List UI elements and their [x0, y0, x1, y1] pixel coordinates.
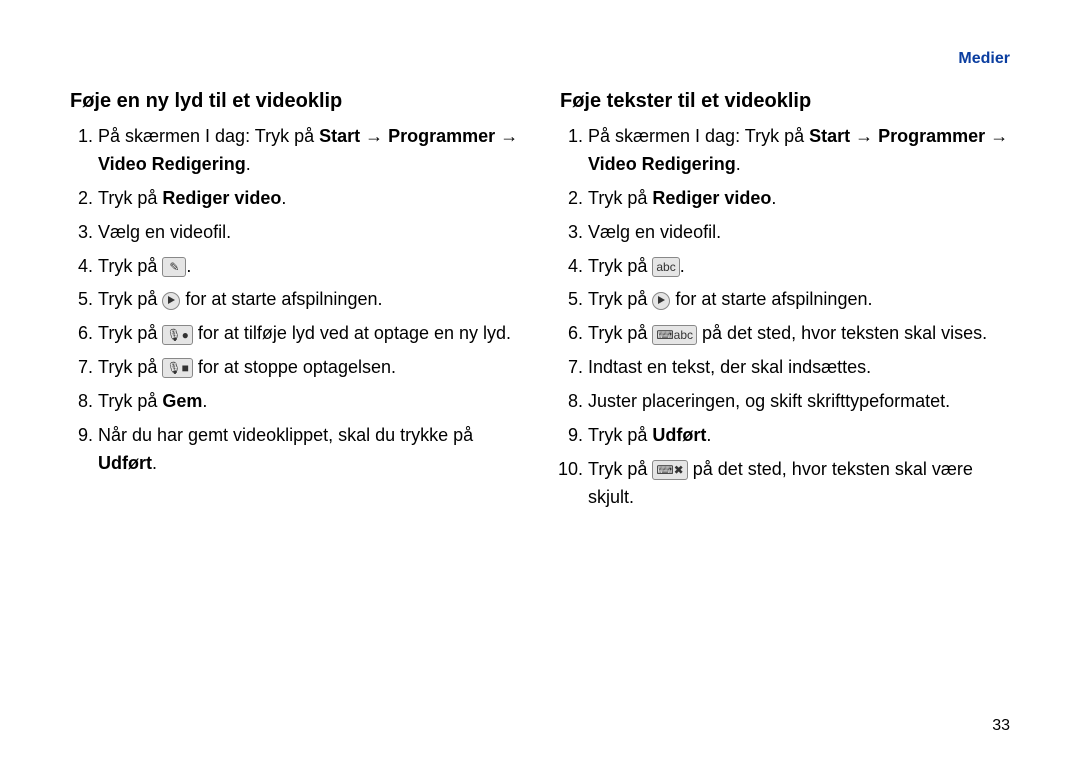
- text: Tryk på: [588, 425, 652, 445]
- right-column: Føje tekster til et videoklip På skærmen…: [560, 90, 1010, 518]
- bold-start: Start: [809, 126, 850, 146]
- text: .: [771, 188, 776, 208]
- right-heading: Føje tekster til et videoklip: [560, 90, 1010, 113]
- text: for at starte afspilningen.: [180, 289, 382, 309]
- right-steps: På skærmen I dag: Tryk på Start → Progra…: [560, 123, 1010, 512]
- left-step-1: På skærmen I dag: Tryk på Start → Progra…: [98, 123, 520, 179]
- keyboard-abc-icon: ⌨abc: [652, 325, 697, 345]
- text: Tryk på: [588, 459, 652, 479]
- text: Tryk på: [588, 323, 652, 343]
- bold-udfort: Udført: [98, 453, 152, 473]
- text: .: [281, 188, 286, 208]
- right-step-4: Tryk på abc.: [588, 253, 1010, 281]
- bold-video-redigering: Video Redigering: [588, 154, 736, 174]
- bold-rediger-video: Rediger video: [652, 188, 771, 208]
- text: Tryk på: [98, 357, 162, 377]
- arrow-icon: →: [500, 126, 518, 146]
- bold-programmer: Programmer: [878, 126, 985, 146]
- text: Tryk på: [98, 289, 162, 309]
- text: .: [736, 154, 741, 174]
- bold-start: Start: [319, 126, 360, 146]
- left-heading: Føje en ny lyd til et videoklip: [70, 90, 520, 113]
- keyboard-hide-icon: ⌨✖: [652, 460, 687, 480]
- left-step-3: Vælg en videofil.: [98, 219, 520, 247]
- text: Tryk på: [98, 256, 162, 276]
- mic-record-icon: 🎙●: [162, 325, 192, 345]
- arrow-icon: →: [365, 126, 383, 146]
- abc-icon: abc: [652, 257, 679, 277]
- left-step-8: Tryk på Gem.: [98, 388, 520, 416]
- text: på det sted, hvor teksten skal vises.: [697, 323, 987, 343]
- bold-udfort: Udført: [652, 425, 706, 445]
- left-step-4: Tryk på ✎.: [98, 253, 520, 281]
- left-column: Føje en ny lyd til et videoklip På skærm…: [70, 90, 520, 518]
- play-icon: [162, 292, 180, 310]
- text: .: [246, 154, 251, 174]
- bold-video-redigering: Video Redigering: [98, 154, 246, 174]
- text: for at tilføje lyd ved at optage en ny l…: [193, 323, 511, 343]
- page-number: 33: [992, 717, 1010, 735]
- right-step-3: Vælg en videofil.: [588, 219, 1010, 247]
- left-step-2: Tryk på Rediger video.: [98, 185, 520, 213]
- left-step-6: Tryk på 🎙● for at tilføje lyd ved at opt…: [98, 320, 520, 348]
- text: .: [680, 256, 685, 276]
- left-step-7: Tryk på 🎙■ for at stoppe optagelsen.: [98, 354, 520, 382]
- text: .: [152, 453, 157, 473]
- right-step-9: Tryk på Udført.: [588, 422, 1010, 450]
- arrow-icon: →: [990, 126, 1008, 146]
- text: Tryk på: [588, 289, 652, 309]
- right-step-10: Tryk på ⌨✖ på det sted, hvor teksten ska…: [588, 456, 1010, 512]
- manual-page: Medier Føje en ny lyd til et videoklip P…: [0, 0, 1080, 765]
- text: Tryk på: [588, 256, 652, 276]
- text: Tryk på: [98, 188, 162, 208]
- section-header: Medier: [958, 50, 1010, 68]
- right-step-1: På skærmen I dag: Tryk på Start → Progra…: [588, 123, 1010, 179]
- text: På skærmen I dag: Tryk på: [588, 126, 809, 146]
- text: Når du har gemt videoklippet, skal du tr…: [98, 425, 473, 445]
- text: Tryk på: [98, 323, 162, 343]
- mic-stop-icon: 🎙■: [162, 358, 192, 378]
- text: På skærmen I dag: Tryk på: [98, 126, 319, 146]
- bold-gem: Gem: [162, 391, 202, 411]
- left-step-5: Tryk på for at starte afspilningen.: [98, 286, 520, 314]
- text: Tryk på: [588, 188, 652, 208]
- pen-audio-icon: ✎: [162, 257, 186, 277]
- text: for at stoppe optagelsen.: [193, 357, 396, 377]
- play-icon: [652, 292, 670, 310]
- text: .: [186, 256, 191, 276]
- right-step-2: Tryk på Rediger video.: [588, 185, 1010, 213]
- right-step-8: Juster placeringen, og skift skrifttypef…: [588, 388, 1010, 416]
- columns: Føje en ny lyd til et videoklip På skærm…: [70, 90, 1010, 518]
- right-step-6: Tryk på ⌨abc på det sted, hvor teksten s…: [588, 320, 1010, 348]
- text: Tryk på: [98, 391, 162, 411]
- text: for at starte afspilningen.: [670, 289, 872, 309]
- left-step-9: Når du har gemt videoklippet, skal du tr…: [98, 422, 520, 478]
- bold-rediger-video: Rediger video: [162, 188, 281, 208]
- bold-programmer: Programmer: [388, 126, 495, 146]
- text: .: [706, 425, 711, 445]
- right-step-5: Tryk på for at starte afspilningen.: [588, 286, 1010, 314]
- left-steps: På skærmen I dag: Tryk på Start → Progra…: [70, 123, 520, 478]
- text: .: [202, 391, 207, 411]
- right-step-7: Indtast en tekst, der skal indsættes.: [588, 354, 1010, 382]
- arrow-icon: →: [855, 126, 873, 146]
